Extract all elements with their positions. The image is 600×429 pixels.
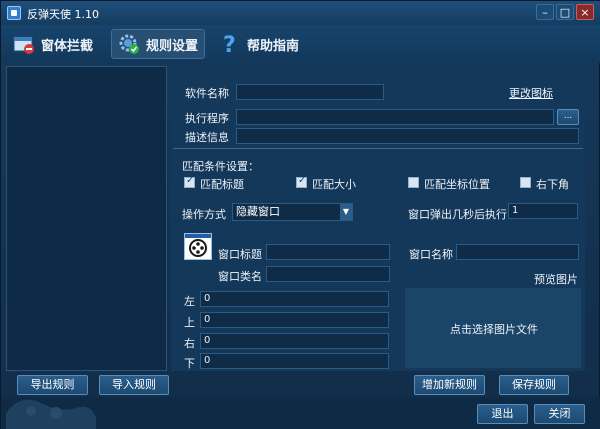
- preview-label: 预览图片: [534, 273, 578, 286]
- window-class-input[interactable]: [266, 266, 390, 282]
- top-input[interactable]: 0: [200, 312, 389, 328]
- match-title-checkbox[interactable]: [184, 175, 195, 188]
- window-name-input[interactable]: [456, 244, 579, 260]
- chevron-down-icon: ▼: [340, 204, 352, 220]
- match-position-checkbox[interactable]: [408, 177, 419, 188]
- delay-input[interactable]: 1: [508, 203, 578, 219]
- minimize-button[interactable]: –: [536, 4, 554, 20]
- app-icon: [7, 6, 21, 20]
- app-window: 反弹天使 1.10 – □ × 窗体拦截 规则设置 ? 帮助指南 软件名称 更改…: [0, 0, 600, 429]
- close-window-button[interactable]: ×: [576, 4, 594, 20]
- operation-select[interactable]: 隐藏窗口 ▼: [232, 203, 353, 221]
- save-rule-button[interactable]: 保存规则: [499, 375, 569, 395]
- bottom-right-label: 右下角: [536, 178, 569, 191]
- top-label: 上: [184, 316, 195, 329]
- match-conditions-label: 匹配条件设置：: [182, 160, 259, 173]
- exit-button[interactable]: 退出: [477, 404, 528, 424]
- tab-help-guide[interactable]: ? 帮助指南: [213, 29, 305, 59]
- image-preview-box[interactable]: 点击选择图片文件: [405, 288, 581, 368]
- bottom-right-checkbox[interactable]: [520, 177, 531, 188]
- match-position-label: 匹配坐标位置: [424, 178, 490, 191]
- preview-hint: 点击选择图片文件: [450, 323, 538, 336]
- right-label: 右: [184, 337, 195, 350]
- left-label: 左: [184, 295, 195, 308]
- operation-value: 隐藏窗口: [236, 205, 280, 218]
- maximize-button[interactable]: □: [556, 4, 574, 20]
- toolbar: 窗体拦截 规则设置 ? 帮助指南: [1, 25, 600, 63]
- tab-rule-settings[interactable]: 规则设置: [111, 29, 206, 59]
- tab-label: 帮助指南: [247, 38, 300, 54]
- rule-list[interactable]: [6, 66, 167, 371]
- match-title-label: 匹配标题: [200, 178, 244, 191]
- add-rule-button[interactable]: 增加新规则: [414, 375, 485, 395]
- operation-label: 操作方式: [182, 208, 226, 221]
- change-icon-link[interactable]: 更改图标: [509, 85, 553, 101]
- exec-label: 执行程序: [185, 112, 229, 125]
- close-button[interactable]: 关闭: [534, 404, 585, 424]
- gear-icon: [118, 33, 140, 55]
- import-rules-button[interactable]: 导入规则: [99, 375, 169, 395]
- window-class-label: 窗口类名: [218, 270, 262, 283]
- left-input[interactable]: 0: [200, 291, 389, 307]
- browse-button[interactable]: ...: [557, 109, 579, 125]
- software-name-label: 软件名称: [185, 87, 229, 100]
- window-name-label: 窗口名称: [409, 248, 453, 261]
- match-size-label: 匹配大小: [312, 178, 356, 191]
- window-icon-preview[interactable]: [184, 233, 212, 260]
- tab-label: 窗体拦截: [41, 38, 94, 54]
- exec-path-input[interactable]: [236, 109, 554, 125]
- window-title: 反弹天使 1.10: [27, 8, 99, 21]
- question-icon: ?: [219, 33, 241, 58]
- bottom-label: 下: [184, 357, 195, 370]
- software-name-input[interactable]: [236, 84, 384, 100]
- window-title-input[interactable]: [266, 244, 390, 260]
- match-size-checkbox[interactable]: [296, 175, 307, 188]
- tab-label: 规则设置: [146, 38, 199, 54]
- title-bar: 反弹天使 1.10 – □ ×: [1, 1, 600, 25]
- bottom-input[interactable]: 0: [200, 353, 389, 369]
- svg-text:?: ?: [223, 33, 236, 55]
- window-block-icon: [13, 33, 35, 55]
- desc-label: 描述信息: [185, 131, 229, 144]
- tab-window-block[interactable]: 窗体拦截: [7, 29, 99, 59]
- decorative-mascot-icon: [6, 399, 96, 429]
- window-title-label: 窗口标题: [218, 248, 262, 261]
- delay-label: 窗口弹出几秒后执行: [408, 208, 507, 221]
- right-input[interactable]: 0: [200, 333, 389, 349]
- divider: [173, 148, 583, 149]
- desc-input[interactable]: [236, 128, 579, 144]
